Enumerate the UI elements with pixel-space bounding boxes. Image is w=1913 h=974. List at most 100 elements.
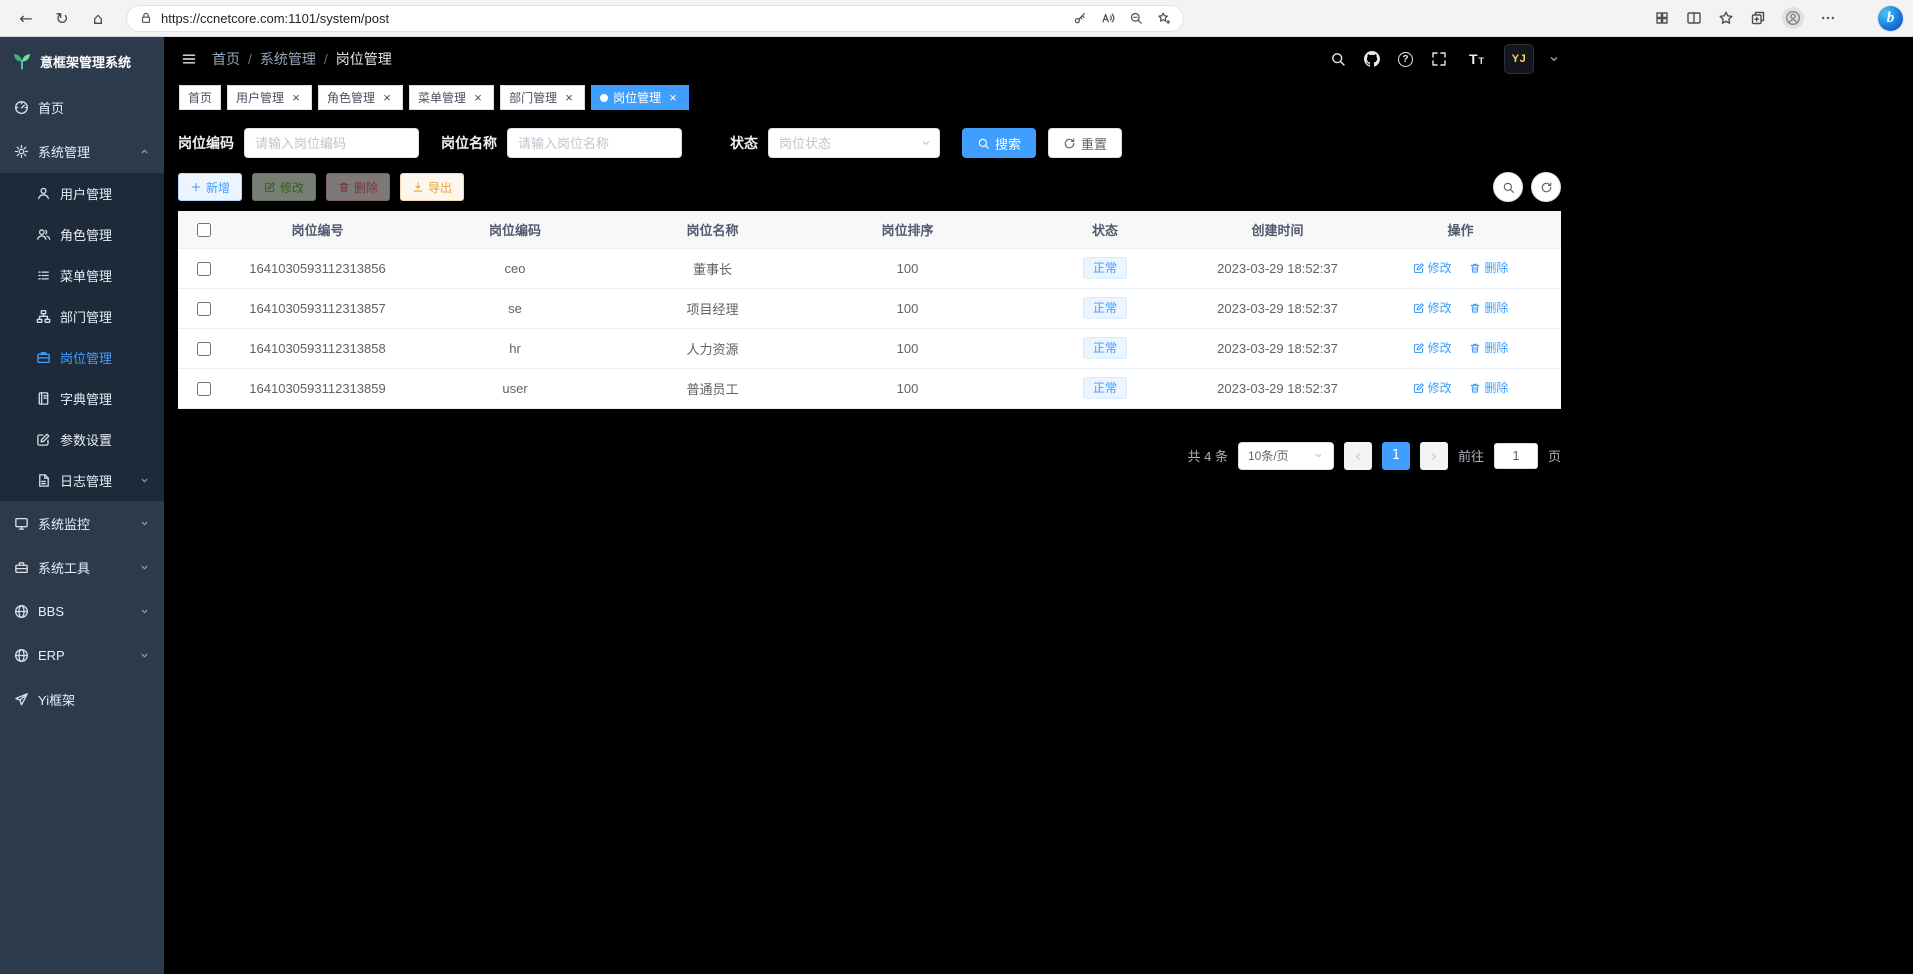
prev-page-button[interactable]: ‹: [1344, 442, 1372, 470]
tab-menu-mgmt[interactable]: 菜单管理 ×: [409, 85, 494, 110]
read-aloud-icon[interactable]: [1101, 11, 1115, 25]
browser-back-button[interactable]: ←: [10, 4, 42, 32]
address-bar[interactable]: https://ccnetcore.com:1101/system/post: [126, 5, 1184, 32]
app-logo[interactable]: 意框架管理系统: [0, 37, 164, 85]
toggle-search-button[interactable]: [1493, 172, 1523, 202]
add-button[interactable]: 新增: [178, 173, 242, 201]
sidebar-item-bbs[interactable]: BBS: [0, 589, 164, 633]
browser-home-button[interactable]: ⌂: [82, 4, 114, 32]
cell-post-id: 1641030593112313859: [230, 368, 405, 408]
avatar-caret-icon[interactable]: [1548, 53, 1560, 65]
search-button[interactable]: 搜索: [962, 128, 1036, 158]
breadcrumb-home[interactable]: 首页: [212, 49, 240, 69]
tab-close-icon[interactable]: ×: [289, 91, 303, 105]
trash-icon: [1469, 342, 1481, 354]
sidebar-item-log-mgmt[interactable]: 日志管理: [0, 460, 164, 501]
row-checkbox[interactable]: [197, 342, 211, 356]
sidebar-item-system-monitor[interactable]: 系统监控: [0, 501, 164, 545]
row-delete-link[interactable]: 删除: [1469, 259, 1508, 276]
status-select-input[interactable]: [768, 128, 940, 158]
sidebar-item-dict-mgmt[interactable]: 字典管理: [0, 378, 164, 419]
github-button[interactable]: [1362, 49, 1382, 69]
user-avatar[interactable]: YJ: [1504, 44, 1534, 74]
password-key-icon[interactable]: [1073, 11, 1087, 25]
trash-icon: [1469, 262, 1481, 274]
chevron-down-icon: [1313, 450, 1324, 461]
split-screen-icon[interactable]: [1686, 10, 1702, 26]
row-edit-link[interactable]: 修改: [1413, 299, 1452, 316]
row-checkbox[interactable]: [197, 382, 211, 396]
page-size-select[interactable]: 10条/页: [1238, 442, 1334, 470]
sidebar-item-system-tools[interactable]: 系统工具: [0, 545, 164, 589]
row-edit-link[interactable]: 修改: [1413, 259, 1452, 276]
status-select[interactable]: [768, 128, 940, 158]
page-1-button[interactable]: 1: [1382, 442, 1410, 470]
tab-close-icon[interactable]: ×: [380, 91, 394, 105]
col-created: 创建时间: [1195, 211, 1360, 248]
tab-post-mgmt[interactable]: 岗位管理×: [591, 85, 689, 110]
breadcrumb-system-mgmt[interactable]: 系统管理: [260, 49, 316, 69]
reset-button[interactable]: 重置: [1048, 128, 1122, 158]
row-checkbox[interactable]: [197, 262, 211, 276]
sidebar-item-dept-mgmt[interactable]: 部门管理: [0, 296, 164, 337]
tab-home[interactable]: 首页: [179, 85, 221, 110]
browser-refresh-button[interactable]: ↻: [46, 4, 78, 32]
table-row: 1641030593112313859 user 普通员工 100 正常 202…: [178, 368, 1561, 408]
row-delete-link[interactable]: 删除: [1469, 379, 1508, 396]
tab-close-icon[interactable]: ×: [471, 91, 485, 105]
fullscreen-button[interactable]: [1429, 49, 1449, 69]
extensions-icon[interactable]: [1654, 10, 1670, 26]
tab-close-icon[interactable]: ×: [562, 91, 576, 105]
sidebar-item-yi-framework[interactable]: Yi框架: [0, 677, 164, 721]
sidebar-item-label: 字典管理: [60, 389, 112, 408]
cell-post-sort: 100: [800, 368, 1015, 408]
page-unit-label: 页: [1548, 446, 1561, 465]
tab-label: 菜单管理: [418, 92, 466, 104]
cell-post-code: se: [405, 288, 625, 328]
row-checkbox[interactable]: [197, 302, 211, 316]
sidebar-item-role-mgmt[interactable]: 角色管理: [0, 214, 164, 255]
active-tab-dot: [600, 94, 608, 102]
zoom-out-icon[interactable]: [1129, 11, 1143, 25]
sidebar-item-system-mgmt[interactable]: 系统管理: [0, 129, 164, 173]
browser-menu-dots-icon[interactable]: [1820, 10, 1836, 26]
row-delete-link[interactable]: 删除: [1469, 299, 1508, 316]
favorites-icon[interactable]: [1718, 10, 1734, 26]
select-all-checkbox[interactable]: [197, 223, 211, 237]
row-delete-link[interactable]: 删除: [1469, 339, 1508, 356]
row-edit-link[interactable]: 修改: [1413, 339, 1452, 356]
tab-user-mgmt[interactable]: 用户管理×: [227, 85, 312, 110]
sidebar-item-param-settings[interactable]: 参数设置: [0, 419, 164, 460]
export-button[interactable]: 导出: [400, 173, 464, 201]
collections-icon[interactable]: [1750, 10, 1766, 26]
avatar-monogram: YJ: [1512, 53, 1526, 65]
refresh-table-button[interactable]: [1531, 172, 1561, 202]
goto-page-input[interactable]: [1494, 443, 1538, 469]
tab-role-mgmt[interactable]: 角色管理×: [318, 85, 403, 110]
header-search-button[interactable]: [1328, 49, 1348, 69]
help-button[interactable]: ?: [1396, 50, 1415, 69]
sidebar-item-erp[interactable]: ERP: [0, 633, 164, 677]
tab-dept-mgmt[interactable]: 部门管理×: [500, 85, 585, 110]
chevron-down-icon: [139, 650, 150, 661]
bing-copilot-button[interactable]: b: [1878, 6, 1903, 31]
sidebar-toggle-button[interactable]: [179, 49, 199, 69]
breadcrumb-separator: /: [324, 51, 328, 67]
sidebar-item-post-mgmt[interactable]: 岗位管理: [0, 337, 164, 378]
sidebar-item-home[interactable]: 首页: [0, 85, 164, 129]
font-size-button[interactable]: TT: [1463, 50, 1490, 68]
row-edit-link[interactable]: 修改: [1413, 379, 1452, 396]
post-name-input[interactable]: [507, 128, 682, 158]
favorite-add-icon[interactable]: [1157, 11, 1171, 25]
book-icon: [36, 391, 51, 406]
delete-button[interactable]: 删除: [326, 173, 390, 201]
next-page-button[interactable]: ›: [1420, 442, 1448, 470]
sidebar-item-menu-mgmt[interactable]: 菜单管理: [0, 255, 164, 296]
tab-close-icon[interactable]: ×: [666, 91, 680, 105]
browser-profile-avatar[interactable]: [1782, 7, 1804, 29]
sidebar-item-label: 岗位管理: [60, 348, 112, 367]
send-icon: [14, 692, 29, 707]
sidebar-item-user-mgmt[interactable]: 用户管理: [0, 173, 164, 214]
post-code-input[interactable]: [244, 128, 419, 158]
edit-button[interactable]: 修改: [252, 173, 316, 201]
